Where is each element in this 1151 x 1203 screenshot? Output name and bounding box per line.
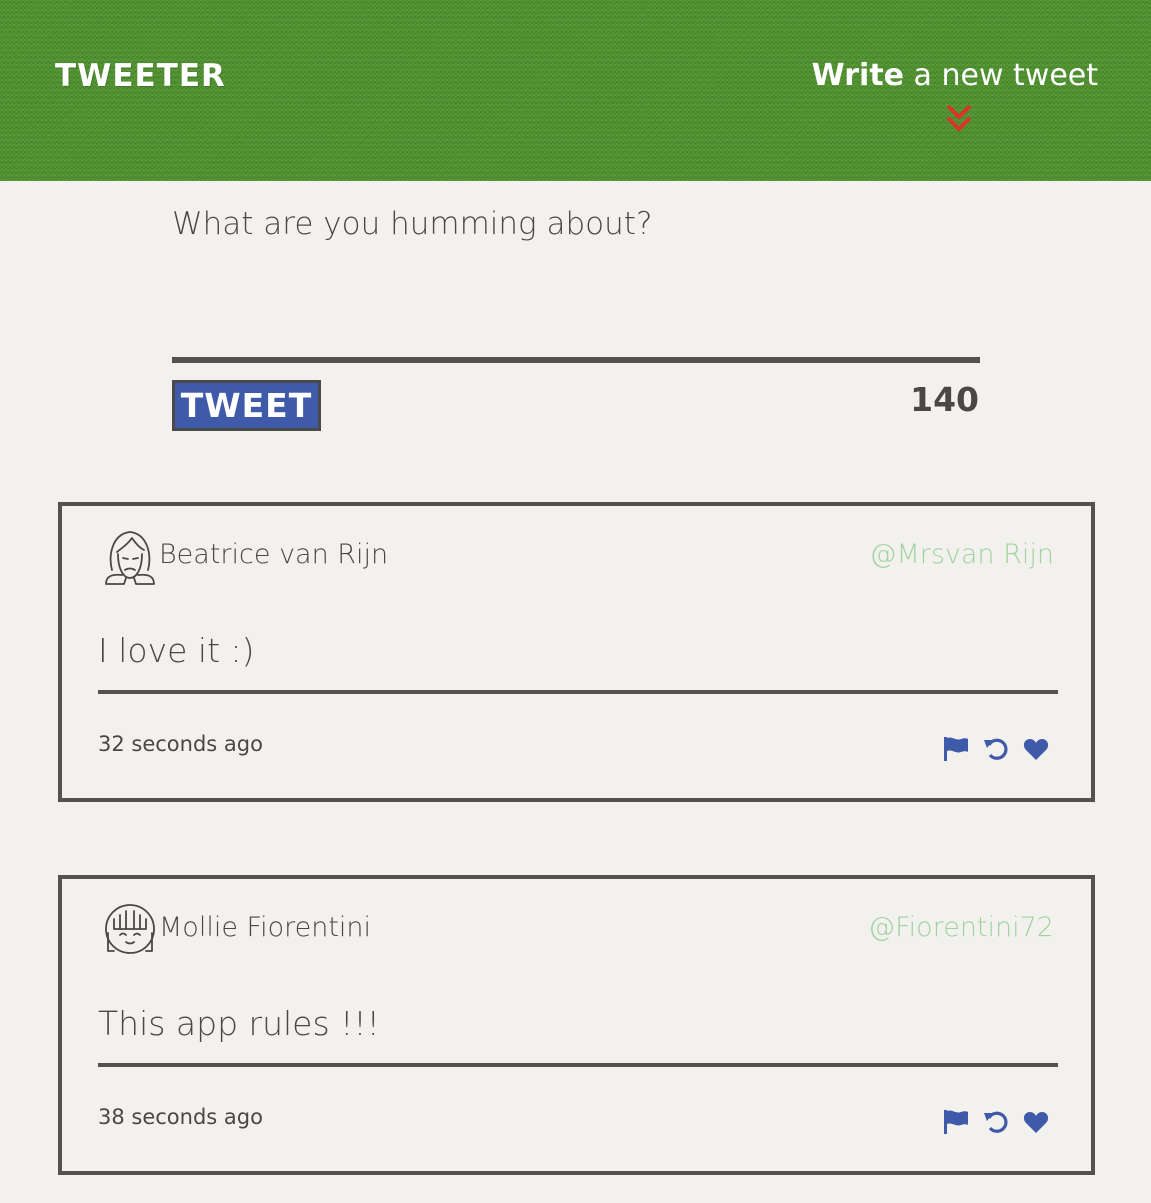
tweet-actions (943, 734, 1049, 764)
app-logo: TWEETER (55, 58, 226, 94)
retweet-icon[interactable] (983, 1109, 1009, 1135)
site-header: TWEETER Write a new tweet (0, 0, 1151, 181)
tweet-card: Mollie Fiorentini @Fiorentini72 This app… (58, 875, 1095, 1175)
author-handle: @Mrsvan Rijn (869, 539, 1054, 570)
author-handle: @Fiorentini72 (868, 912, 1054, 943)
compose-toggle-text: a new tweet (904, 58, 1098, 93)
composer-divider (172, 357, 980, 363)
heart-icon[interactable] (1023, 736, 1049, 762)
author-name: Beatrice van Rijn (159, 539, 389, 570)
heart-icon[interactable] (1023, 1109, 1049, 1135)
tweet-textarea[interactable] (172, 200, 980, 350)
tweet-text: I love it :) (98, 631, 255, 670)
compose-toggle-bold-text: Write (811, 58, 905, 93)
tweet-card: Beatrice van Rijn @Mrsvan Rijn I love it… (58, 502, 1095, 802)
tweet-actions (943, 1107, 1049, 1137)
retweet-icon[interactable] (983, 736, 1009, 762)
avatar-icon (105, 904, 155, 954)
character-counter: 140 (910, 380, 979, 419)
tweet-submit-button[interactable]: TWEET (172, 380, 321, 431)
double-chevron-down-icon[interactable] (945, 103, 973, 133)
author-name: Mollie Fiorentini (159, 912, 372, 943)
flag-icon[interactable] (943, 736, 969, 762)
tweet-timestamp: 38 seconds ago (98, 1105, 263, 1129)
tweet-divider (98, 690, 1058, 694)
tweet-text: This app rules !!! (98, 1004, 380, 1043)
tweet-timestamp: 32 seconds ago (98, 732, 263, 756)
avatar-icon (105, 531, 155, 585)
flag-icon[interactable] (943, 1109, 969, 1135)
tweet-divider (98, 1063, 1058, 1067)
compose-toggle-button[interactable]: Write a new tweet (812, 58, 1098, 94)
tweet-composer (172, 200, 980, 350)
